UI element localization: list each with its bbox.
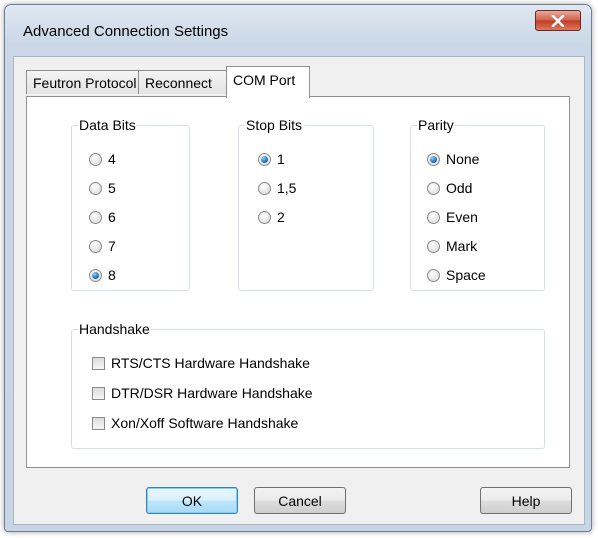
tab-com-port[interactable]: COM Port [226,66,310,98]
stop-bits-legend: Stop Bits [246,117,303,133]
checkbox[interactable] [92,386,105,400]
radio-button[interactable] [427,268,440,282]
handshake-legend: Handshake [79,321,150,337]
data-bits-option-6[interactable]: 6 [89,209,116,225]
stop-bits-option-1-5[interactable]: 1,5 [258,180,296,196]
parity-legend: Parity [418,117,454,133]
radio-button[interactable] [427,210,440,224]
checkbox[interactable] [92,356,105,370]
checkbox-label: Xon/Xoff Software Handshake [111,415,299,431]
tab-label: COM Port [233,72,296,88]
parity-option-even[interactable]: Even [427,209,478,225]
checkbox-label: DTR/DSR Hardware Handshake [111,385,313,401]
radio-button[interactable] [427,239,440,253]
radio-button[interactable] [258,181,271,195]
help-button[interactable]: Help [480,487,572,514]
radio-button[interactable] [427,152,440,166]
radio-label: 1,5 [277,180,297,196]
xon-xoff-handshake-checkbox[interactable]: Xon/Xoff Software Handshake [92,415,298,431]
radio-label: Mark [446,238,478,254]
parity-option-space[interactable]: Space [427,267,486,283]
radio-label: Space [446,267,486,283]
dialog-window: Advanced Connection Settings Feutron Pro… [4,4,592,532]
radio-label: 4 [108,151,116,167]
rts-cts-handshake-checkbox[interactable]: RTS/CTS Hardware Handshake [92,355,310,371]
radio-label: 5 [108,180,116,196]
stop-bits-option-1[interactable]: 1 [258,151,285,167]
radio-label: 1 [277,151,285,167]
data-bits-option-7[interactable]: 7 [89,238,116,254]
radio-button[interactable] [258,210,271,224]
ok-button[interactable]: OK [146,487,238,514]
stop-bits-group: Stop Bits [238,117,374,291]
dialog-client-area: Feutron Protocol Reconnect COM Port Data… [13,56,585,525]
window-title: Advanced Connection Settings [23,23,229,40]
radio-button[interactable] [258,152,271,166]
parity-group: Parity [410,117,545,291]
radio-label: None [446,151,480,167]
dtr-dsr-handshake-checkbox[interactable]: DTR/DSR Hardware Handshake [92,385,313,401]
close-x-icon [551,14,565,27]
cancel-button[interactable]: Cancel [254,487,346,514]
radio-label: 8 [108,267,116,283]
tab-label: Reconnect [145,75,212,91]
radio-button[interactable] [427,181,440,195]
radio-label: Odd [446,180,473,196]
data-bits-legend: Data Bits [79,117,136,133]
parity-option-odd[interactable]: Odd [427,180,472,196]
data-bits-option-5[interactable]: 5 [89,180,116,196]
tab-feutron-protocol[interactable]: Feutron Protocol [26,70,139,94]
radio-button[interactable] [89,239,102,253]
radio-button[interactable] [89,152,102,166]
close-button[interactable] [535,10,581,31]
checkbox-label: RTS/CTS Hardware Handshake [111,355,310,371]
radio-button[interactable] [89,268,102,282]
stop-bits-option-2[interactable]: 2 [258,209,285,225]
radio-button[interactable] [89,181,102,195]
com-port-panel: Data Bits 4 5 6 7 8 Stop Bits 1 1,5 2 Pa… [26,96,570,468]
radio-label: 2 [277,209,285,225]
radio-button[interactable] [89,210,102,224]
data-bits-option-4[interactable]: 4 [89,151,116,167]
radio-label: 6 [108,209,116,225]
radio-label: 7 [108,238,116,254]
checkbox[interactable] [92,416,105,430]
data-bits-option-8[interactable]: 8 [89,267,116,283]
tab-reconnect[interactable]: Reconnect [138,70,227,94]
tab-label: Feutron Protocol [33,75,137,91]
title-bar[interactable]: Advanced Connection Settings [5,5,591,55]
parity-option-mark[interactable]: Mark [427,238,477,254]
parity-option-none[interactable]: None [427,151,479,167]
data-bits-group: Data Bits [71,117,190,291]
radio-label: Even [446,209,478,225]
